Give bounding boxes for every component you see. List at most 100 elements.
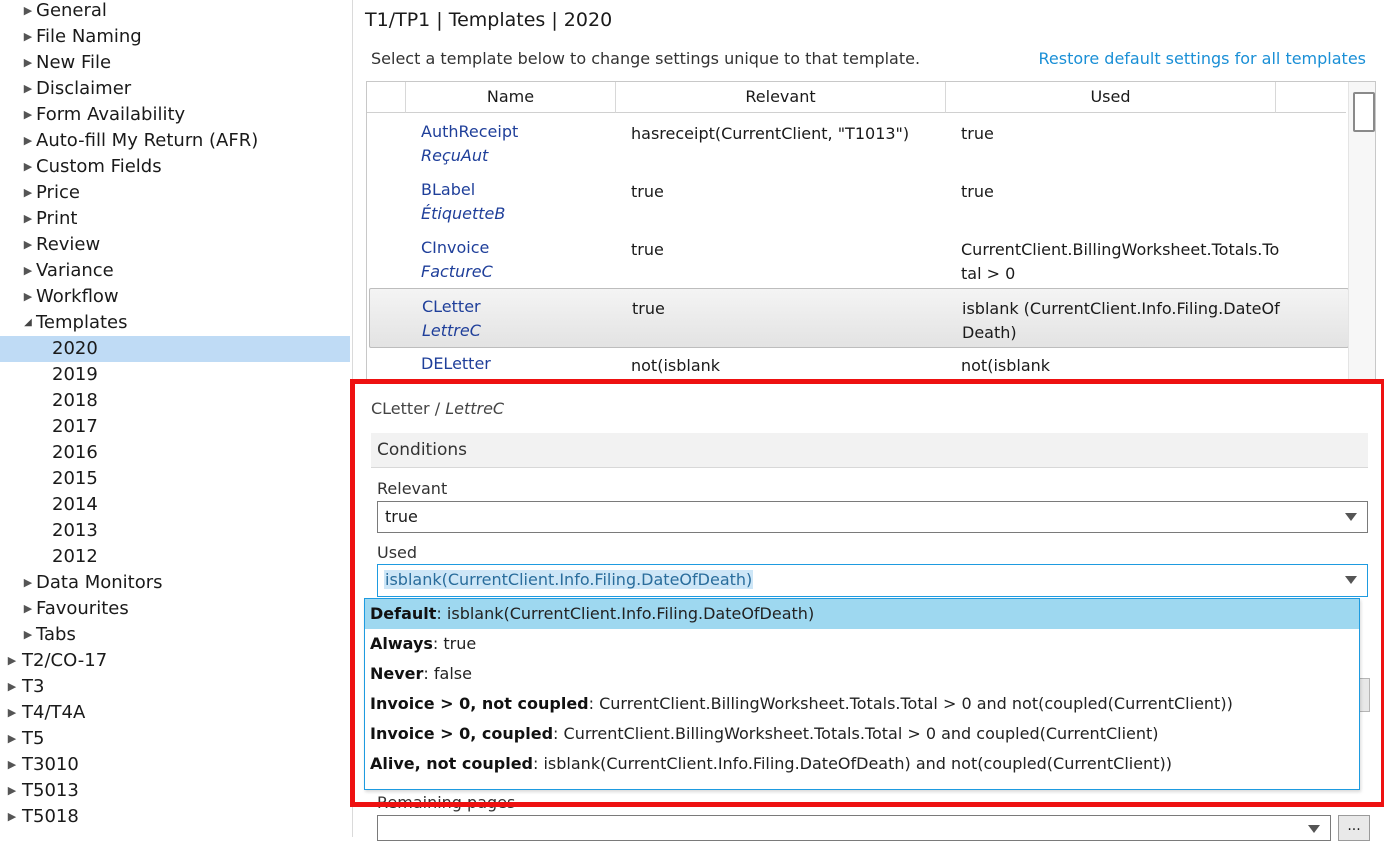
tree-item-2018[interactable]: 2018 [0, 388, 350, 414]
collapsed-arrow-icon[interactable]: ▶ [22, 284, 34, 310]
expanded-arrow-icon[interactable]: ◢ [22, 310, 34, 336]
option-text: Always: true [370, 629, 476, 659]
tree-item-workflow[interactable]: ▶ Workflow [0, 284, 350, 310]
relevant-cell: true [632, 299, 665, 318]
remaining-pages-combobox[interactable] [377, 815, 1331, 841]
tree-item-data-monitors[interactable]: ▶ Data Monitors [0, 570, 350, 596]
tree-item-form-availability[interactable]: ▶ Form Availability [0, 102, 350, 128]
dropdown-option[interactable]: Invoice > 0, coupled: CurrentClient.Bill… [365, 719, 1359, 749]
tree-item-t2-co-17[interactable]: ▶ T2/CO-17 [0, 648, 350, 674]
tree-item-t3010[interactable]: ▶ T3010 [0, 752, 350, 778]
tree-item-variance[interactable]: ▶ Variance [0, 258, 350, 284]
tree-item-custom-fields[interactable]: ▶ Custom Fields [0, 154, 350, 180]
tree-item-2019[interactable]: 2019 [0, 362, 350, 388]
collapsed-arrow-icon[interactable]: ▶ [22, 570, 34, 596]
tree-item-label: Auto-fill My Return (AFR) [36, 130, 259, 151]
tree-item-t5018[interactable]: ▶ T5018 [0, 804, 350, 830]
collapsed-arrow-icon[interactable]: ▶ [6, 674, 18, 700]
tree-item-tabs[interactable]: ▶ Tabs [0, 622, 350, 648]
column-header-relevant[interactable]: Relevant [616, 82, 946, 113]
table-row[interactable]: BLabel ÉtiquetteB true true [369, 172, 1347, 230]
tree-item-disclaimer[interactable]: ▶ Disclaimer [0, 76, 350, 102]
collapsed-arrow-icon[interactable]: ▶ [22, 258, 34, 284]
relevant-combobox[interactable]: true [377, 501, 1368, 533]
collapsed-arrow-icon[interactable]: ▶ [6, 778, 18, 804]
tree-item-t4-t4a[interactable]: ▶ T4/T4A [0, 700, 350, 726]
tree-item-file-naming[interactable]: ▶ File Naming [0, 24, 350, 50]
tree-item-new-file[interactable]: ▶ New File [0, 50, 350, 76]
collapsed-arrow-icon[interactable]: ▶ [22, 102, 34, 128]
collapsed-arrow-icon[interactable]: ▶ [22, 50, 34, 76]
option-value: true [443, 634, 477, 653]
relevant-label: Relevant [377, 479, 448, 498]
collapsed-arrow-icon[interactable]: ▶ [22, 154, 34, 180]
page-instructions: Select a template below to change settin… [371, 49, 921, 68]
chevron-down-icon[interactable] [1345, 576, 1357, 584]
template-name-fr: FactureC [421, 262, 493, 281]
tree-item-label: Review [36, 234, 101, 255]
scrollbar-thumb[interactable] [1353, 92, 1375, 132]
tree-item-2016[interactable]: 2016 [0, 440, 350, 466]
tree-item-templates[interactable]: ◢ Templates [0, 310, 350, 336]
dropdown-option[interactable]: Always: true [365, 629, 1359, 659]
used-value[interactable]: isblank(CurrentClient.Info.Filing.DateOf… [384, 570, 754, 589]
table-row[interactable]: CLetter LettreC true isblank (CurrentClient… [369, 288, 1349, 348]
collapsed-arrow-icon[interactable]: ▶ [22, 0, 34, 24]
option-value: isblank(CurrentClient.Info.Filing.DateOf… [446, 604, 815, 623]
browse-button[interactable]: ... [1338, 815, 1370, 841]
table-row[interactable]: AuthReceipt ReçuAut hasreceipt(CurrentClie… [369, 114, 1347, 172]
tree-item-price[interactable]: ▶ Price [0, 180, 350, 206]
collapsed-arrow-icon[interactable]: ▶ [22, 24, 34, 50]
table-row[interactable]: DELetter not(isblank not(isblank [369, 346, 1347, 382]
tree-item-review[interactable]: ▶ Review [0, 232, 350, 258]
tree-item-2012[interactable]: 2012 [0, 544, 350, 570]
template-name: CLetter [422, 297, 481, 316]
tree-item-t5[interactable]: ▶ T5 [0, 726, 350, 752]
tree-item-t5013[interactable]: ▶ T5013 [0, 778, 350, 804]
used-combobox[interactable]: isblank(CurrentClient.Info.Filing.DateOf… [377, 564, 1368, 597]
chevron-down-icon[interactable] [1345, 513, 1357, 521]
dropdown-option[interactable]: Invoice > 0, not coupled: CurrentClient.… [365, 689, 1359, 719]
tree-item-2015[interactable]: 2015 [0, 466, 350, 492]
collapsed-arrow-icon[interactable]: ▶ [6, 648, 18, 674]
tree-item-2017[interactable]: 2017 [0, 414, 350, 440]
tree-item-print[interactable]: ▶ Print [0, 206, 350, 232]
collapsed-arrow-icon[interactable]: ▶ [6, 752, 18, 778]
collapsed-arrow-icon[interactable]: ▶ [22, 232, 34, 258]
dropdown-option[interactable]: Default: isblank(CurrentClient.Info.Fili… [365, 599, 1359, 629]
column-header-name[interactable]: Name [406, 82, 616, 113]
option-text: Default: isblank(CurrentClient.Info.Fili… [370, 599, 814, 629]
option-key: Invoice > 0, coupled [370, 724, 554, 743]
used-dropdown-list: Default: isblank(CurrentClient.Info.Fili… [364, 598, 1360, 790]
tree-item-2013[interactable]: 2013 [0, 518, 350, 544]
restore-defaults-link[interactable]: Restore default settings for all templat… [1039, 49, 1367, 68]
collapsed-arrow-icon[interactable]: ▶ [6, 726, 18, 752]
table-row[interactable]: CInvoice FactureC true CurrentClient.Billin… [369, 230, 1347, 288]
collapsed-arrow-icon[interactable]: ▶ [6, 804, 18, 830]
dropdown-option[interactable]: Never: false [365, 659, 1359, 689]
tree-item-general[interactable]: ▶ General [0, 0, 350, 24]
template-name: DELetter [421, 354, 491, 373]
dropdown-option[interactable]: Alive, not coupled: isblank(CurrentClien… [365, 749, 1359, 779]
collapsed-arrow-icon[interactable]: ▶ [22, 180, 34, 206]
tree-item-favourites[interactable]: ▶ Favourites [0, 596, 350, 622]
collapsed-arrow-icon[interactable]: ▶ [6, 700, 18, 726]
collapsed-arrow-icon[interactable]: ▶ [22, 596, 34, 622]
collapsed-arrow-icon[interactable]: ▶ [22, 622, 34, 648]
tree-item-2020[interactable]: 2020 [0, 336, 350, 362]
panel-divider[interactable] [352, 0, 353, 837]
option-key: Never [370, 664, 424, 683]
grid-vertical-scrollbar[interactable] [1348, 82, 1375, 382]
collapsed-arrow-icon[interactable]: ▶ [22, 206, 34, 232]
option-text: Alive, not coupled: isblank(CurrentClien… [370, 749, 1172, 779]
template-name-fr: ReçuAut [421, 146, 489, 165]
tree-item-auto-fill-my-return-afr[interactable]: ▶ Auto-fill My Return (AFR) [0, 128, 350, 154]
tree-item-2014[interactable]: 2014 [0, 492, 350, 518]
template-name: AuthReceipt [421, 122, 519, 141]
column-header-used[interactable]: Used [946, 82, 1276, 113]
collapsed-arrow-icon[interactable]: ▶ [22, 76, 34, 102]
tree-item-t3[interactable]: ▶ T3 [0, 674, 350, 700]
collapsed-arrow-icon[interactable]: ▶ [22, 128, 34, 154]
option-separator: : [432, 634, 444, 653]
chevron-down-icon[interactable] [1308, 825, 1320, 833]
